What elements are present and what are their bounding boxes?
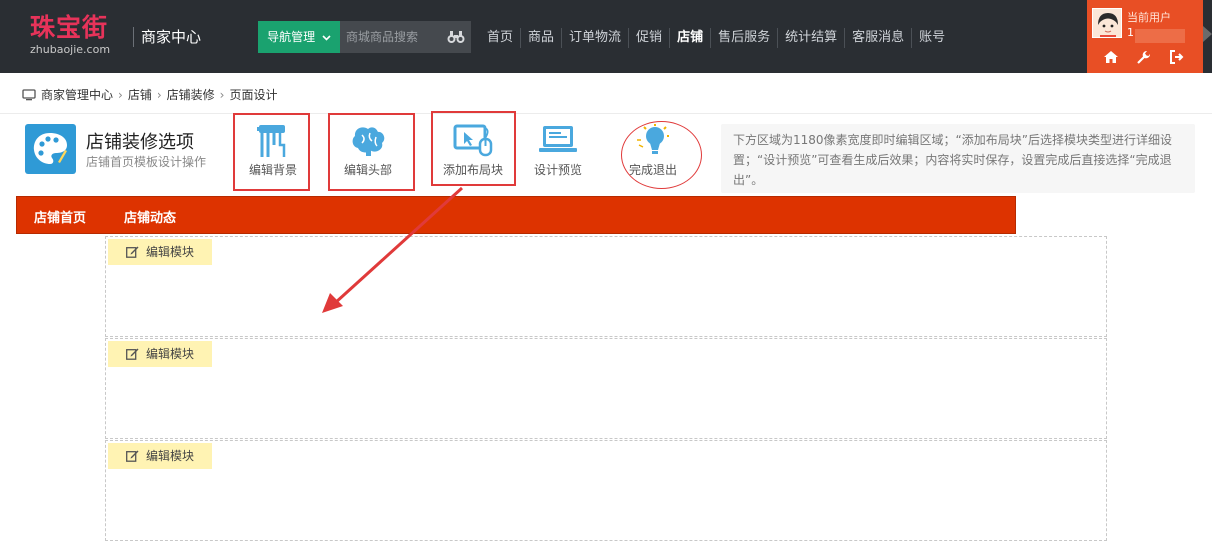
logout-icon[interactable] (1169, 50, 1187, 66)
nav-item-store[interactable]: 店铺 (669, 28, 710, 79)
breadcrumb-item: 页面设计 (229, 88, 278, 102)
breadcrumb-item[interactable]: 商家管理中心 (41, 86, 113, 103)
divider (0, 113, 1212, 114)
logo-text: 珠宝街 (30, 13, 109, 42)
layout-module: 编辑模块 (105, 440, 1107, 541)
edit-module-label: 编辑模块 (146, 245, 195, 259)
chevron-down-icon (322, 23, 331, 55)
avatar[interactable] (1092, 8, 1122, 38)
user-panel: 当前用户 1 (1087, 0, 1203, 73)
edit-module-label: 编辑模块 (146, 449, 195, 463)
tool-label: 设计预览 (533, 163, 582, 177)
current-user-label: 当前用户 (1127, 11, 1171, 24)
search-box (340, 21, 471, 53)
divider (133, 27, 134, 47)
breadcrumb: 商家管理中心 › 店铺 › 店铺装修 › 页面设计 (22, 86, 278, 103)
nav-item-account[interactable]: 账号 (911, 28, 952, 48)
expand-arrow-icon[interactable] (1203, 26, 1212, 42)
nav-item-goods[interactable]: 商品 (520, 28, 561, 48)
annotation-box (328, 113, 415, 191)
logo[interactable]: 珠宝街 zhubaojie.com (30, 12, 120, 60)
toolbox-title: 店铺装修选项 (86, 132, 194, 153)
breadcrumb-separator: › (219, 87, 225, 102)
edit-module-button[interactable]: 编辑模块 (108, 341, 212, 367)
help-text: 下方区域为1180像素宽度即时编辑区域；“添加布局块”后选择模块类型进行详细设置… (721, 124, 1195, 193)
user-name: 1 (1127, 26, 1134, 39)
nav-manage-label: 导航管理 (267, 30, 316, 44)
shop-tab-home[interactable]: 店铺首页 (34, 207, 86, 226)
edit-module-label: 编辑模块 (146, 347, 195, 361)
layout-module: 编辑模块 (105, 338, 1107, 439)
breadcrumb-separator: › (156, 87, 162, 102)
edit-module-button[interactable]: 编辑模块 (108, 239, 212, 265)
monitor-icon (22, 88, 36, 100)
breadcrumb-item[interactable]: 店铺装修 (167, 86, 215, 103)
nav-item-after-sales[interactable]: 售后服务 (710, 28, 777, 48)
design-preview-button[interactable]: 设计预览 (518, 121, 598, 185)
nav-item-service[interactable]: 客服消息 (844, 28, 911, 48)
edit-module-button[interactable]: 编辑模块 (108, 443, 212, 469)
nav-item-statistics[interactable]: 统计结算 (777, 28, 844, 48)
edit-icon (126, 348, 139, 360)
annotation-circle (621, 121, 702, 189)
laptop-icon (539, 126, 577, 152)
edit-icon (126, 246, 139, 258)
nav-item-orders[interactable]: 订单物流 (561, 28, 628, 48)
nav-item-promotion[interactable]: 促销 (628, 28, 669, 48)
user-name-mask (1135, 29, 1185, 43)
shop-tab-news[interactable]: 店铺动态 (124, 207, 176, 226)
toolbox-subtitle: 店铺首页模板设计操作 (86, 155, 207, 169)
annotation-box (431, 111, 516, 186)
nav-item-home[interactable]: 首页 (480, 28, 520, 48)
user-actions (1087, 50, 1203, 66)
palette-icon (25, 124, 76, 174)
shop-nav: 店铺首页 店铺动态 (16, 196, 1016, 234)
breadcrumb-item[interactable]: 店铺 (128, 86, 152, 103)
breadcrumb-separator: › (118, 87, 123, 102)
logo-url: zhubaojie.com (30, 43, 111, 56)
main-nav: 首页 商品 订单物流 促销 店铺 售后服务 统计结算 客服消息 账号 (480, 28, 952, 79)
nav-manage-button[interactable]: 导航管理 (258, 21, 340, 53)
binoculars-icon[interactable] (447, 30, 465, 44)
merchant-center-title: 商家中心 (141, 28, 202, 46)
home-icon[interactable] (1103, 50, 1121, 66)
wrench-icon[interactable] (1136, 50, 1154, 66)
annotation-box (233, 113, 310, 191)
top-bar: 珠宝街 zhubaojie.com 商家中心 导航管理 首页 商品 订单物流 促… (0, 0, 1212, 79)
edit-icon (126, 450, 139, 462)
search-input[interactable] (340, 21, 444, 53)
layout-module: 编辑模块 (105, 236, 1107, 337)
